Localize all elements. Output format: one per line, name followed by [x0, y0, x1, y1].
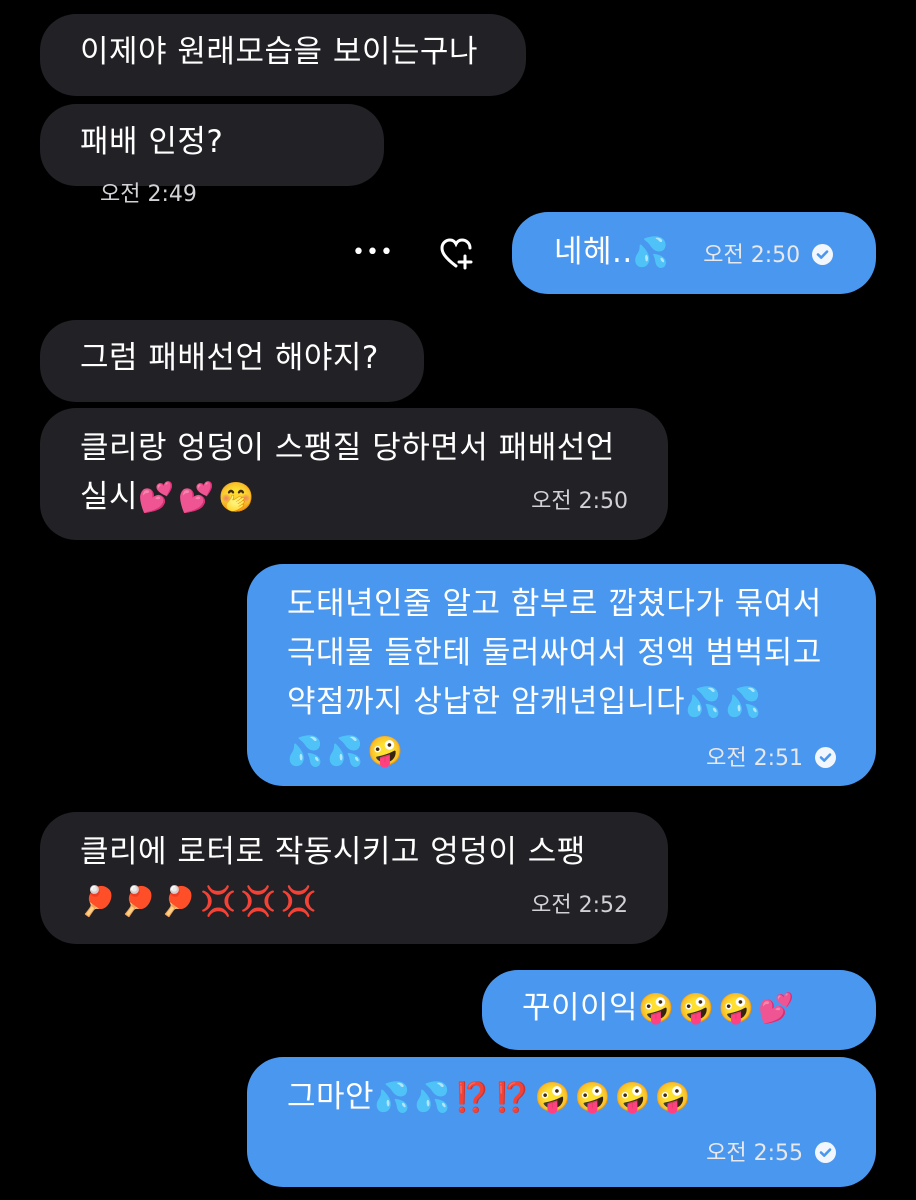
more-options-button[interactable]: •••: [352, 240, 394, 265]
message-bubble-incoming[interactable]: 클리랑 엉덩이 스팽질 당하면서 패배선언 실시💕💕🤭 오전 2:50: [40, 408, 668, 540]
message-bubble-incoming[interactable]: 그럼 패배선언 해야지?: [40, 320, 424, 402]
message-bubble-outgoing[interactable]: 꾸이이익🤪🤪🤪💕: [482, 970, 876, 1050]
message-text: 이제야 원래모습을 보이는구나: [80, 34, 478, 70]
message-timestamp: 오전 2:49: [100, 182, 197, 207]
message-emoji: 💦: [632, 235, 673, 269]
message-bubble-outgoing[interactable]: 그마안💦💦⁉️⁉️🤪🤪🤪🤪 오전 2:55: [247, 1057, 876, 1187]
message-bubble-incoming[interactable]: 이제야 원래모습을 보이는구나: [40, 14, 526, 96]
message-bubble-outgoing[interactable]: 도태년인줄 알고 함부로 깝쳤다가 묶여서 극대물 들한테 둘러싸여서 정액 범…: [247, 564, 876, 786]
message-text: 꾸이이익: [522, 990, 639, 1026]
message-emoji: 💦💦: [684, 685, 766, 719]
message-emoji: 🏓🏓🏓💢💢💢: [80, 884, 321, 918]
more-icon: •••: [352, 240, 394, 265]
message-emoji: 💦💦⁉️⁉️🤪🤪🤪🤪: [374, 1080, 695, 1114]
message-timestamp: 오전 2:52: [531, 893, 628, 918]
read-check-icon: [815, 747, 836, 768]
message-text: 도태년인줄 알고 함부로 깝쳤다가 묶여서: [287, 586, 822, 622]
message-text: 클리랑 엉덩이 스팽질 당하면서 패배선언: [80, 430, 615, 466]
message-text: 그마안: [287, 1079, 375, 1115]
heart-plus-icon: [440, 238, 473, 270]
message-timestamp: 오전 2:50: [703, 243, 801, 268]
react-button[interactable]: [440, 238, 476, 270]
message-text: 극대물 들한테 둘러싸여서 정액 범벅되고: [287, 635, 822, 671]
message-emoji: 💦💦🤪: [287, 734, 408, 768]
message-text: 클리에 로터로 작동시키고 엉덩이 스팽: [80, 834, 586, 870]
message-timestamp: 오전 2:55: [706, 1141, 803, 1166]
message-timestamp: 오전 2:51: [706, 746, 803, 771]
message-text: 네헤..: [554, 234, 633, 270]
message-bubble-outgoing[interactable]: 네헤..💦 오전 2:50: [512, 212, 876, 294]
message-text: 실시: [80, 479, 139, 515]
message-text: 약점까지 상납한 암캐년입니다: [287, 684, 685, 720]
message-emoji: 🤪🤪🤪💕: [638, 991, 799, 1025]
message-text: 패배 인정?: [80, 124, 224, 160]
message-text: 그럼 패배선언 해야지?: [80, 340, 379, 376]
read-check-icon: [812, 244, 834, 265]
message-bubble-incoming[interactable]: 패배 인정? 오전 2:49: [40, 104, 384, 207]
message-bubble-incoming[interactable]: 클리에 로터로 작동시키고 엉덩이 스팽 🏓🏓🏓💢💢💢 오전 2:52: [40, 812, 668, 944]
message-timestamp: 오전 2:50: [531, 489, 628, 514]
read-check-icon: [815, 1142, 836, 1163]
message-emoji: 💕💕🤭: [138, 480, 259, 514]
